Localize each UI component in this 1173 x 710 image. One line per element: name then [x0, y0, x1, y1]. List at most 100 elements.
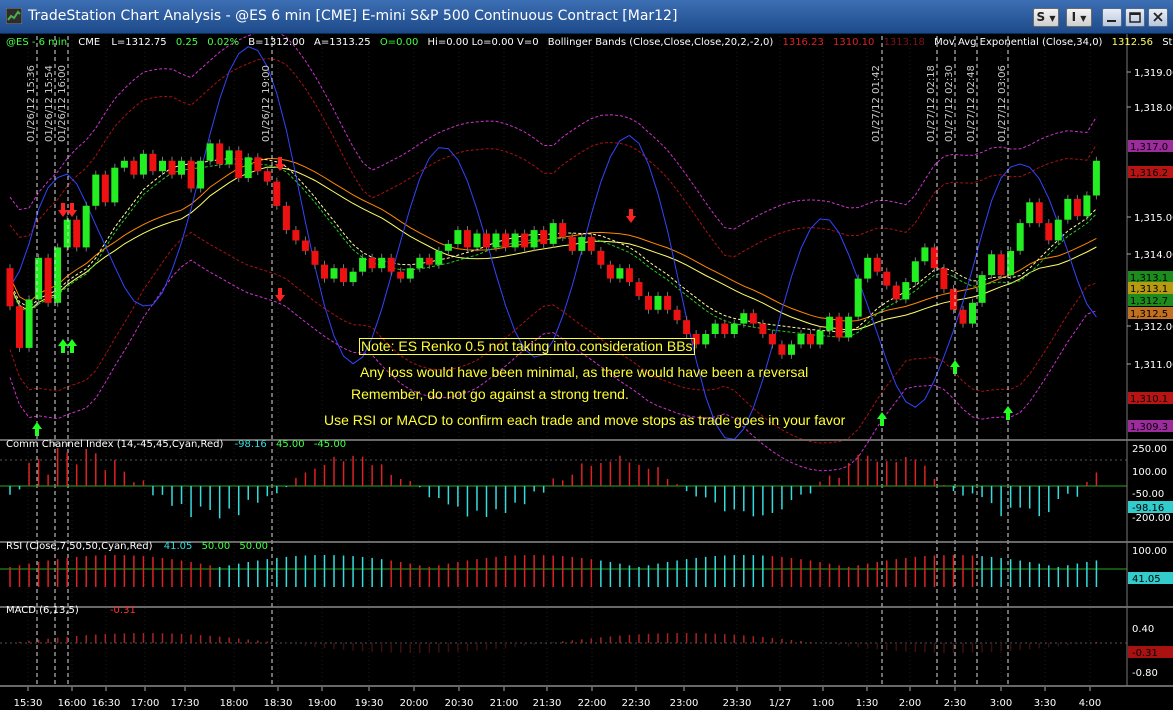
trade-timestamp: 01/27/12 01:42 — [871, 65, 882, 142]
price-label: 1,312.5 — [1130, 309, 1168, 320]
bb-value-3: 1313.18 — [884, 37, 925, 48]
minimize-icon — [1107, 20, 1116, 22]
candle — [616, 268, 624, 279]
status-symbol: @ES - 6 min — [6, 37, 67, 48]
bb-label: Bollinger Bands (Close,Close,Close,20,2,… — [548, 37, 774, 48]
time-axis[interactable]: 15:30 16:00 16:30 17:00 17:30 18:00 18:30 19:00… — [0, 687, 1173, 710]
candle — [111, 167, 119, 203]
cci-label: Comm Channel Index (14,-45,45,Cyan,Red) — [6, 439, 223, 450]
status-line: @ES - 6 min CME L=1312.75 0.25 0.02% B=1… — [6, 37, 1173, 48]
status-hilo: Hi=0.00 Lo=0.00 V=0 — [428, 37, 539, 48]
candle — [473, 233, 481, 248]
time-tick-label: 16:30 — [92, 698, 121, 709]
candle — [1083, 195, 1091, 217]
candle — [349, 271, 357, 283]
candle — [625, 268, 633, 283]
candle — [44, 257, 52, 303]
candle — [950, 289, 957, 310]
candle — [483, 233, 490, 248]
status-exchange: CME — [78, 37, 100, 48]
macd-current: -0.31 — [1132, 648, 1158, 659]
time-tick-label: 17:30 — [171, 698, 200, 709]
candle — [540, 230, 548, 244]
candle — [254, 157, 262, 172]
price-label: 1,316.2 — [1130, 168, 1168, 179]
minimize-button[interactable] — [1102, 8, 1122, 27]
candle — [178, 160, 185, 175]
close-button[interactable] — [1148, 8, 1168, 27]
candle — [273, 181, 281, 206]
candle — [530, 230, 538, 248]
window-title: TradeStation Chart Analysis - @ES 6 min … — [28, 8, 678, 24]
cci-upper: 45.00 — [276, 439, 305, 450]
time-tick-label: 4:00 — [1079, 698, 1101, 709]
price-label: 1,312.7 — [1130, 296, 1168, 307]
time-tick-label: 19:30 — [355, 698, 384, 709]
maximize-button[interactable] — [1125, 8, 1145, 27]
chart-area[interactable]: 01/26/12 15:36 01/26/12 15:54 01/26/12 16:… — [0, 34, 1173, 710]
candle — [930, 247, 938, 269]
candle — [397, 271, 405, 279]
candle — [559, 223, 567, 237]
candle — [63, 219, 71, 248]
candle — [235, 150, 243, 179]
candle — [568, 237, 576, 251]
candle — [159, 160, 166, 172]
style-button-label: S — [1036, 10, 1046, 24]
ma-label: Mov Avg Exponential (Close,34,0) — [934, 37, 1102, 48]
close-icon — [1153, 12, 1163, 22]
candle — [321, 264, 328, 279]
time-tick-label: 22:30 — [622, 698, 651, 709]
rsi-os: 50.00 — [239, 541, 268, 552]
candle — [492, 233, 500, 248]
time-tick-label: 20:00 — [400, 698, 429, 709]
time-tick-label: 1:00 — [812, 698, 834, 709]
time-tick-label: 23:30 — [723, 698, 752, 709]
time-tick-label: 1:30 — [856, 698, 878, 709]
time-tick-label: 18:30 — [264, 698, 293, 709]
time-tick-label: 21:00 — [490, 698, 519, 709]
candle — [978, 275, 986, 303]
style-button[interactable]: S ▼ — [1033, 8, 1059, 27]
candle — [654, 295, 662, 310]
cci-lower: -45.00 — [314, 439, 346, 450]
time-tick-label: 3:00 — [990, 698, 1012, 709]
candle — [130, 160, 138, 175]
rsi-current: 41.05 — [1132, 574, 1161, 585]
status-bid: B=1312.00 — [248, 37, 305, 48]
candle — [502, 233, 510, 248]
status-last: L=1312.75 — [111, 37, 166, 48]
ma-value: 1312.56 — [1112, 37, 1153, 48]
candle — [845, 316, 853, 338]
candle — [645, 295, 652, 310]
candle — [692, 334, 700, 345]
candle — [82, 205, 90, 248]
candle — [997, 254, 1005, 276]
trade-timestamp: 01/27/12 02:18 — [926, 65, 937, 142]
candle — [1035, 202, 1043, 224]
candle — [16, 306, 23, 348]
bb-value-1: 1316.23 — [782, 37, 823, 48]
candle — [797, 334, 805, 345]
time-tick-label: 15:30 — [14, 698, 43, 709]
trade-timestamp: 01/26/12 15:54 — [44, 65, 55, 142]
price-label: 1,317.0 — [1130, 142, 1168, 153]
cci-legend: Comm Channel Index (14,-45,45,Cyan,Red) … — [6, 439, 346, 450]
price-label: 1,313.1 — [1130, 284, 1168, 295]
price-tick-label: 1,315.00 — [1134, 213, 1173, 224]
candle — [35, 257, 43, 300]
candle — [1045, 223, 1053, 241]
macd-tick-label: -0.80 — [1132, 668, 1158, 679]
candle — [988, 254, 996, 276]
layout-button[interactable]: I ▼ — [1066, 8, 1092, 27]
candle — [826, 316, 834, 331]
candle — [911, 261, 919, 283]
status-change: 0.25 — [176, 37, 198, 48]
layout-button-label: I — [1071, 10, 1077, 24]
candle — [301, 240, 309, 251]
macd-label: MACD (6,13,5) — [6, 605, 79, 616]
candle — [168, 160, 176, 175]
time-tick-label: 23:00 — [670, 698, 699, 709]
candle — [1026, 202, 1034, 224]
candle — [463, 230, 471, 248]
